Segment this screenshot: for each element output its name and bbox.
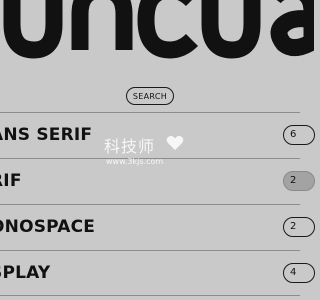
category-label: RIF [0, 171, 22, 191]
category-label: ANS SERIF [0, 125, 93, 145]
category-count-badge: 6 [283, 125, 315, 145]
category-row-monospace[interactable]: ONOSPACE 2 [0, 204, 315, 250]
category-row-sans-serif[interactable]: ANS SERIF 6 [0, 112, 315, 158]
category-row-display[interactable]: SPLAY 4 [0, 250, 315, 296]
brand-logo [3, 0, 314, 59]
category-count-badge: 2 [283, 217, 315, 237]
category-label: ONOSPACE [0, 217, 96, 237]
category-list: ANS SERIF 6 RIF 2 ONOSPACE 2 SPLAY 4 [0, 112, 315, 296]
category-count-badge: 2 [283, 171, 315, 191]
search-button[interactable]: SEARCH [126, 87, 174, 105]
category-row-serif[interactable]: RIF 2 [0, 158, 315, 204]
category-label: SPLAY [0, 263, 51, 283]
category-count-badge: 4 [283, 263, 315, 283]
